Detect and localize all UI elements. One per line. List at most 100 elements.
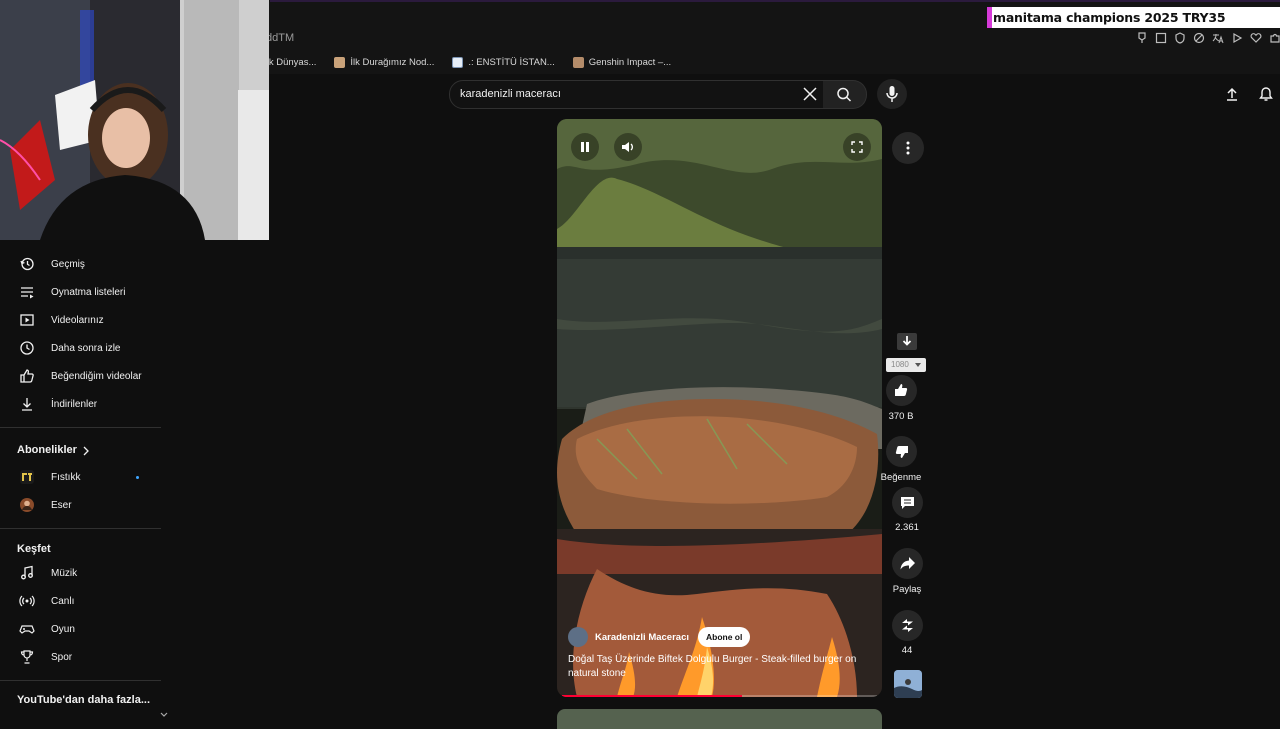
sidebar-divider	[0, 427, 161, 428]
bookmark-label: Genshin Impact –...	[588, 56, 672, 68]
share-button[interactable]	[892, 548, 923, 579]
new-content-dot	[136, 476, 139, 479]
sidebar-item-label: Beğendiğim videolar	[51, 370, 142, 382]
bookmark-item[interactable]: ick Dünyas...	[262, 57, 316, 68]
puzzle-icon[interactable]	[1269, 32, 1280, 44]
video-download-button[interactable]	[897, 333, 917, 350]
search-button[interactable]	[823, 80, 867, 109]
channel-avatar	[20, 498, 34, 512]
heart-icon[interactable]	[1250, 32, 1262, 44]
share-label: Paylaş	[892, 584, 922, 595]
play-icon[interactable]	[1231, 32, 1243, 44]
subscribe-button[interactable]: Abone ol	[698, 627, 751, 647]
thumb-up-icon	[20, 369, 34, 383]
search-box[interactable]: karadenizli maceracı	[449, 80, 825, 109]
sidebar-item-downloads[interactable]: İndirilenler	[0, 390, 160, 418]
search-input[interactable]: karadenizli maceracı	[460, 88, 561, 100]
block-icon[interactable]	[1193, 32, 1205, 44]
download-icon	[22, 398, 32, 411]
next-short-preview[interactable]	[557, 709, 882, 729]
bookmark-label: ick Dünyas...	[262, 56, 317, 68]
bookmark-label: İlk Durağımız Nod...	[350, 56, 435, 68]
thumb-down-icon	[895, 446, 908, 458]
sidebar-item-label: Oyun	[51, 623, 75, 635]
sidebar-divider	[0, 680, 161, 681]
trophy-icon	[20, 650, 34, 664]
more-options-button[interactable]	[892, 132, 924, 164]
notifications-bell-icon[interactable]	[1258, 86, 1274, 102]
sidebar-item-music[interactable]: Müzik	[0, 559, 160, 587]
fullscreen-icon	[851, 141, 863, 153]
subscriptions-title: Abonelikler	[17, 444, 77, 456]
bookmark-label: .: ENSTİTÜ İSTAN...	[468, 56, 555, 68]
sound-thumbnail-image	[894, 670, 922, 698]
scroll-down-arrow-icon[interactable]	[160, 712, 168, 718]
translate-icon[interactable]	[1212, 32, 1224, 44]
pin-icon[interactable]	[1136, 32, 1148, 44]
bookmark-item[interactable]: Genshin Impact –...	[572, 56, 672, 68]
more-from-youtube-header: YouTube'dan daha fazla...	[17, 694, 150, 706]
sidebar-item-label: İndirilenler	[51, 398, 98, 410]
sidebar-item-sports[interactable]: Spor	[0, 643, 160, 671]
clear-search-icon[interactable]	[800, 84, 820, 104]
subscriptions-header[interactable]: Abonelikler	[0, 436, 160, 464]
remix-count: 44	[901, 645, 913, 656]
voice-search-button[interactable]	[877, 79, 907, 109]
overlay-accent-bar	[987, 7, 992, 28]
bookmark-item[interactable]: .: ENSTİTÜ İSTAN...	[452, 56, 555, 68]
progress-bar[interactable]	[562, 695, 877, 697]
microphone-icon	[886, 86, 898, 102]
dislike-button[interactable]	[886, 436, 917, 467]
sidebar-item-gaming[interactable]: Oyun	[0, 615, 160, 643]
sidebar-item-label: Müzik	[51, 567, 78, 579]
fullscreen-button[interactable]	[843, 133, 871, 161]
remix-button[interactable]	[892, 610, 923, 641]
more-vertical-icon	[906, 141, 910, 155]
like-button[interactable]	[886, 375, 917, 406]
sidebar-item-liked-videos[interactable]: Beğendiğim videolar	[0, 362, 160, 390]
sidebar-item-label: Spor	[51, 651, 73, 663]
sidebar-item-history[interactable]: Geçmiş	[0, 250, 160, 278]
sidebar-item-label: Videolarınız	[51, 314, 104, 326]
comments-button[interactable]	[892, 487, 923, 518]
tab-title-fragment[interactable]: ddTM	[266, 32, 294, 44]
comment-icon	[901, 497, 914, 509]
channel-avatar[interactable]	[568, 627, 588, 647]
channel-row: Karadenizli Maceracı Abone ol	[568, 627, 751, 647]
sidebar-item-playlists[interactable]: Oynatma listeleri	[0, 278, 160, 306]
sound-thumbnail[interactable]	[894, 670, 922, 698]
volume-icon	[622, 142, 633, 152]
shield-icon[interactable]	[1174, 32, 1186, 44]
watch-later-icon	[20, 341, 34, 355]
sidebar-item-your-videos[interactable]: Videolarınız	[0, 306, 160, 334]
bookmark-icon	[572, 56, 584, 68]
volume-button[interactable]	[614, 133, 642, 161]
history-icon	[20, 257, 34, 271]
sidebar-item-watch-later[interactable]: Daha sonra izle	[0, 334, 160, 362]
sidebar-item-label: Daha sonra izle	[51, 342, 121, 354]
bookmark-icon	[334, 56, 346, 68]
sidebar-item-live[interactable]: Canlı	[0, 587, 160, 615]
channel-name[interactable]: Karadenizli Maceracı	[595, 632, 689, 643]
sidebar-item-channel[interactable]: Eser	[0, 491, 160, 519]
pause-button[interactable]	[571, 133, 599, 161]
stream-overlay-banner: manitama champions 2025 TRY35	[987, 7, 1280, 28]
sidebar-item-label: Fıstıkk	[51, 471, 81, 483]
like-count: 370 B	[888, 411, 914, 422]
upload-icon[interactable]	[1224, 86, 1240, 102]
chevron-right-icon	[83, 446, 89, 456]
sidebar-item-label: Canlı	[51, 595, 75, 607]
window-icon[interactable]	[1155, 32, 1167, 44]
pause-icon	[581, 142, 589, 152]
bookmark-item[interactable]: İlk Durağımız Nod...	[334, 56, 435, 68]
music-icon	[21, 565, 33, 580]
sidebar-item-channel[interactable]: Fıstıkk	[0, 463, 160, 491]
sidebar: Geçmiş Oynatma listeleri Videolarınız Da…	[0, 240, 170, 720]
bookmark-icon	[452, 56, 464, 68]
sidebar-item-label: Eser	[51, 499, 72, 511]
shorts-player[interactable]: Karadenizli Maceracı Abone ol Doğal Taş …	[557, 119, 882, 697]
video-title[interactable]: Doğal Taş Üzerinde Biftek Dolgulu Burger…	[568, 653, 873, 681]
sidebar-item-label: Oynatma listeleri	[51, 286, 126, 298]
remix-icon	[902, 619, 913, 632]
quality-select[interactable]: 1080	[886, 358, 926, 372]
